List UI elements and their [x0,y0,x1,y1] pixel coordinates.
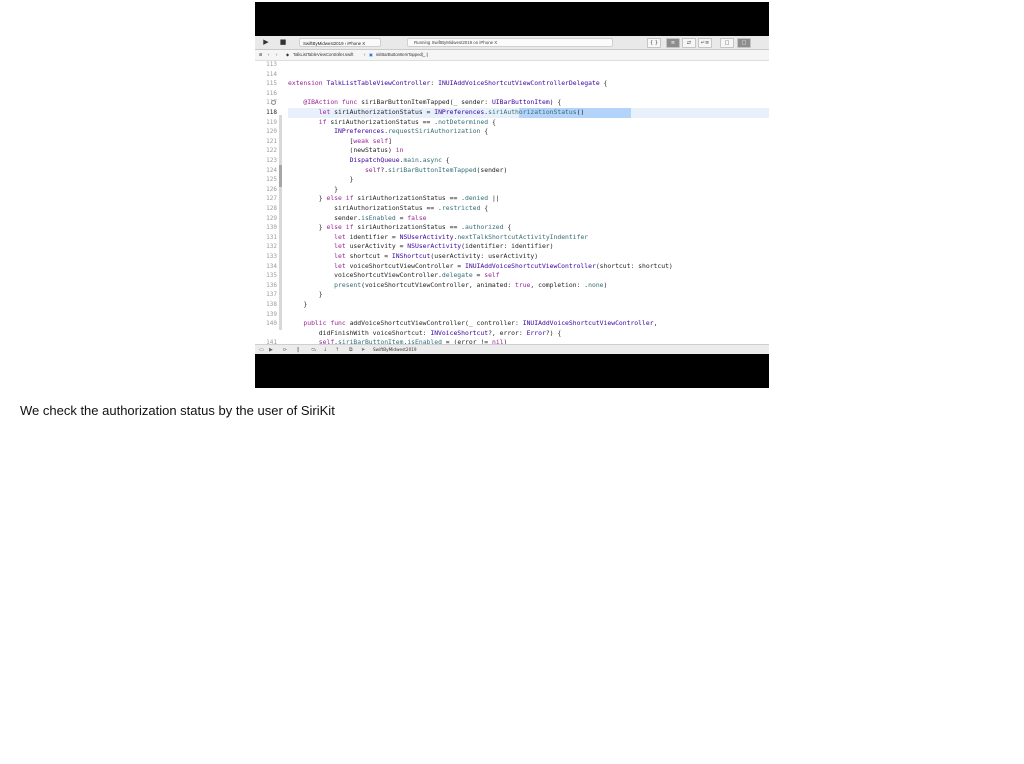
line-number[interactable]: 122 [257,146,277,156]
line-number[interactable]: 121 [257,137,277,147]
play-icon[interactable]: ▶ [262,38,270,47]
pause-icon[interactable]: ‖ [297,346,300,354]
code-line[interactable]: didFinishWith voiceShortcut: INVoiceShor… [288,329,561,339]
line-number[interactable]: 133 [257,252,277,262]
code-line[interactable]: public func addVoiceShortcutViewControll… [288,319,657,329]
view-debugger-icon[interactable]: ⧉ [349,346,353,354]
line-number[interactable]: 138 [257,300,277,310]
activity-viewer: Running SwiftByMidwest2019 on iPhone X [407,38,613,47]
line-number[interactable]: 125 [257,175,277,185]
code-folding-ribbon[interactable] [279,115,282,330]
code-line[interactable]: let shortcut = INShortcut(userActivity: … [288,252,538,262]
swift-file-icon: ◆ [286,52,290,57]
xcode-toolbar: ▶ ■ SwiftByMidwest2019 › iPhone X Runnin… [255,36,769,50]
jump-bar: ⊞ ‹ › ◆ TalkListTableViewController.swif… [255,50,769,61]
line-number[interactable]: 120 [257,127,277,137]
slide-caption: We check the authorization status by the… [20,403,335,418]
code-line[interactable]: INPreferences.requestSiriAuthorization { [288,127,488,137]
code-line[interactable]: } [288,185,338,195]
line-number[interactable]: 113 [257,61,277,70]
line-number[interactable] [257,329,277,339]
line-number[interactable]: 128 [257,204,277,214]
code-line[interactable]: let identifier = NSUserActivity.nextTalk… [288,233,588,243]
code-snippet-toggle[interactable]: { } [647,38,661,48]
code-line[interactable]: let voiceShortcutViewController = INUIAd… [288,262,673,272]
line-number[interactable]: 135 [257,271,277,281]
grid-icon[interactable]: ⊞ [259,50,263,60]
code-editor[interactable]: 113 114 115 extension TalkListTableViewCont… [255,61,769,344]
line-number[interactable]: 116 [257,89,277,99]
version-editor-button[interactable]: ↵≡ [698,38,712,48]
debug-target-label[interactable]: SwiftByMidwest2019 [373,346,417,354]
jumpbar-file[interactable]: TalkListTableViewController.swift [293,50,353,60]
breakpoints-toggle-icon[interactable]: ⊳ [283,346,287,354]
line-number[interactable]: 127 [257,194,277,204]
chevron-right-icon: › [364,52,366,57]
code-line[interactable]: present(voiceShortcutViewController, ani… [288,281,607,291]
line-number[interactable]: 117 [257,98,277,108]
back-arrow-icon[interactable]: ‹ [268,50,269,60]
code-line[interactable]: } [288,175,354,185]
line-number[interactable]: 140 [257,319,277,329]
debug-bar: ▭ ▶ ⊳ ‖ ⤼ ↓ ↑ ⧉ ➤ SwiftByMidwest2019 [255,344,769,354]
jumpbar-method[interactable]: siriBarButtonItemTapped(_:) [376,50,428,60]
line-number[interactable]: 137 [257,290,277,300]
continue-icon[interactable]: ▶ [269,346,273,354]
stop-icon[interactable]: ■ [279,38,287,47]
line-number[interactable]: 139 [257,310,277,320]
standard-editor-button[interactable]: ≡ [666,38,680,48]
scheme-selector[interactable]: SwiftByMidwest2019 › iPhone X [299,38,381,47]
code-line[interactable]: } [288,290,323,300]
code-line[interactable]: let siriAuthorizationStatus = INPreferen… [288,108,585,118]
line-number[interactable]: 114 [257,70,277,80]
code-line[interactable]: self?.siriBarButtonItemTapped(sender) [288,166,507,176]
step-into-icon[interactable]: ↓ [323,346,327,354]
navigator-toggle[interactable]: □ [720,38,734,48]
code-line[interactable]: @IBAction func siriBarButtonItemTapped(_… [288,98,561,108]
line-number[interactable]: 119 [257,118,277,128]
line-number[interactable]: 126 [257,185,277,195]
code-line[interactable]: DispatchQueue.main.async { [288,156,450,166]
step-out-icon[interactable]: ↑ [335,346,339,354]
line-number[interactable]: 134 [257,262,277,272]
code-line[interactable]: siriAuthorizationStatus == .restricted { [288,204,488,214]
xcode-window: ▶ ■ SwiftByMidwest2019 › iPhone X Runnin… [255,36,769,354]
line-number[interactable]: 123 [257,156,277,166]
code-line[interactable]: } else if siriAuthorizationStatus == .de… [288,194,500,204]
inspector-toggle[interactable]: □ [737,38,751,48]
code-line[interactable]: [weak self] [288,137,392,147]
code-line[interactable]: sender.isEnabled = false [288,214,426,224]
step-over-icon[interactable]: ⤼ [311,346,316,354]
line-number[interactable]: 131 [257,233,277,243]
code-line[interactable]: } [288,300,307,310]
code-line[interactable]: if siriAuthorizationStatus == .notDeterm… [288,118,496,128]
forward-arrow-icon[interactable]: › [276,50,277,60]
code-line[interactable]: (newStatus) in [288,146,404,156]
location-icon[interactable]: ➤ [361,346,365,354]
line-number[interactable]: 115 [257,79,277,89]
line-number[interactable]: 130 [257,223,277,233]
code-line[interactable]: extension TalkListTableViewController: I… [288,79,607,89]
line-number[interactable]: 118 [257,108,277,118]
code-folding-ribbon-active[interactable] [279,165,282,187]
assistant-editor-button[interactable]: ⇄ [682,38,696,48]
line-number[interactable]: 124 [257,166,277,176]
code-line[interactable]: voiceShortcutViewController.delegate = s… [288,271,499,281]
code-line[interactable]: let userActivity = NSUserActivity(identi… [288,242,553,252]
line-number[interactable]: 132 [257,242,277,252]
line-number[interactable]: 136 [257,281,277,291]
method-icon: ▣ [369,52,373,57]
line-number[interactable]: 129 [257,214,277,224]
hide-debug-area-icon[interactable]: ▭ [259,346,264,354]
slide-frame: ▶ ■ SwiftByMidwest2019 › iPhone X Runnin… [255,2,769,388]
code-line[interactable]: } else if siriAuthorizationStatus == .au… [288,223,511,233]
